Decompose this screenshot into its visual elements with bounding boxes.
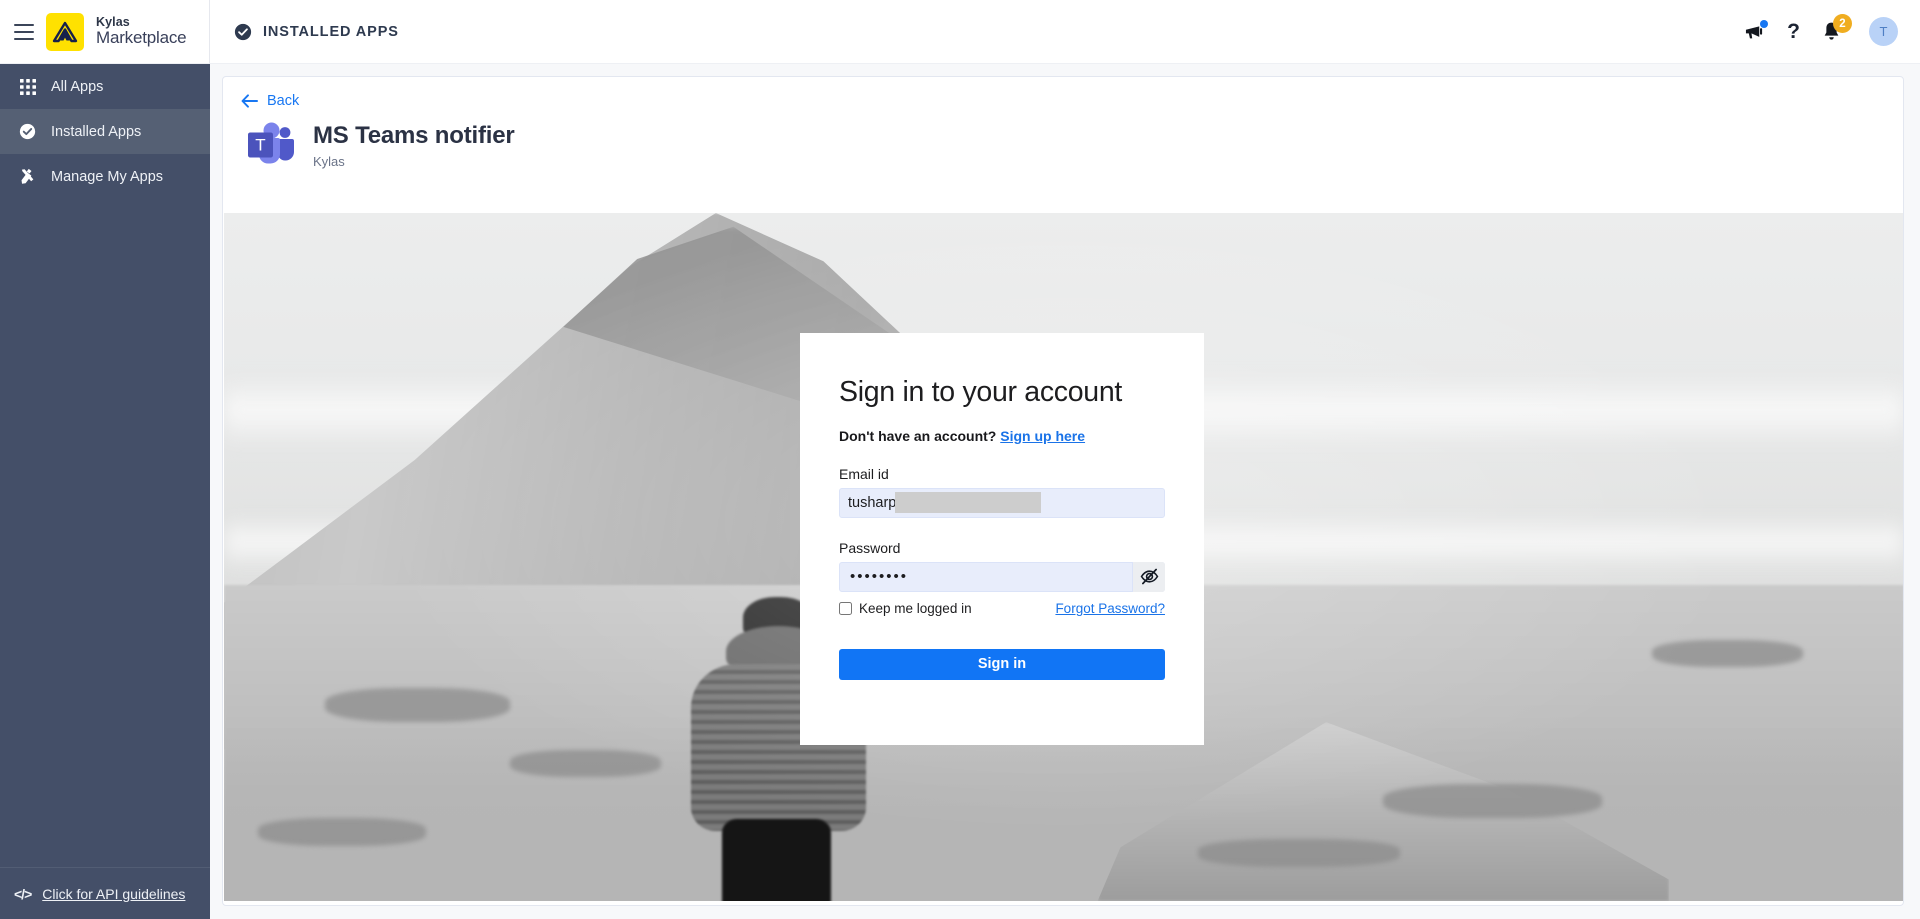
check-circle-icon <box>18 122 37 141</box>
sidebar-item-label: Installed Apps <box>51 123 142 140</box>
hamburger-menu-icon[interactable] <box>14 23 34 40</box>
grid-apps-icon <box>18 77 37 96</box>
svg-text:T: T <box>255 136 265 155</box>
forgot-password-link[interactable]: Forgot Password? <box>1055 601 1165 616</box>
notifications-button[interactable]: 2 <box>1822 14 1852 42</box>
main-content: Back T MS Teams notifier Kylas Sign in t… <box>210 64 1920 919</box>
avatar[interactable]: T <box>1869 17 1898 46</box>
notifications-badge: 2 <box>1833 14 1852 33</box>
embedded-signin-page: Sign in to your account Don't have an ac… <box>224 213 1903 901</box>
brand-text: Kylas Marketplace <box>96 15 187 48</box>
kylas-logo-glyph <box>52 21 78 42</box>
help-button[interactable]: ? <box>1787 21 1800 42</box>
arrow-left-icon <box>241 94 258 108</box>
app-vendor: Kylas <box>313 154 345 169</box>
sidebar-item-installed-apps[interactable]: Installed Apps <box>0 109 210 154</box>
keep-logged-in-option[interactable]: Keep me logged in <box>839 601 972 616</box>
signup-prompt: Don't have an account? Sign up here <box>839 428 1165 444</box>
sidebar-item-manage-my-apps[interactable]: Manage My Apps <box>0 154 210 199</box>
back-label: Back <box>267 93 300 109</box>
check-circle-icon <box>234 23 252 40</box>
keep-logged-in-label: Keep me logged in <box>859 600 972 616</box>
sidebar-item-label: All Apps <box>51 78 104 95</box>
ms-teams-logo: T <box>245 119 295 172</box>
keep-logged-in-checkbox[interactable] <box>839 601 852 615</box>
back-button[interactable]: Back <box>223 77 299 109</box>
brand-zone: Kylas Marketplace <box>0 0 210 64</box>
api-guidelines-label: Click for API guidelines <box>42 885 186 902</box>
email-field[interactable]: tusharp <box>839 487 1165 518</box>
email-label: Email id <box>839 465 889 482</box>
code-brackets-icon: </> <box>14 885 32 902</box>
sidebar-item-all-apps[interactable]: All Apps <box>0 64 210 109</box>
brand-line-2: Marketplace <box>96 28 187 48</box>
signup-link[interactable]: Sign up here <box>1000 428 1085 444</box>
eye-off-icon[interactable] <box>1132 561 1165 592</box>
tools-icon <box>18 167 37 186</box>
top-bar-actions: ? 2 T <box>1744 14 1920 46</box>
signin-title: Sign in to your account <box>839 376 1123 408</box>
signin-card: Sign in to your account Don't have an ac… <box>800 333 1204 745</box>
announcement-dot-indicator <box>1760 20 1769 28</box>
signup-prompt-text: Don't have an account? <box>839 427 997 444</box>
password-value: •••••••• <box>850 568 909 586</box>
page-title: MS Teams notifier <box>313 122 515 149</box>
email-redaction-block <box>895 492 1042 514</box>
signin-submit-button[interactable]: Sign in <box>839 648 1165 680</box>
email-value: tusharp <box>848 494 897 511</box>
password-field[interactable]: •••••••• <box>839 561 1165 592</box>
app-header-text: MS Teams notifier Kylas <box>313 122 515 169</box>
top-bar: Kylas Marketplace INSTALLED APPS ? 2 T <box>0 0 1920 64</box>
sidebar: All Apps Installed Apps Manage My Apps <… <box>0 64 210 919</box>
signin-options-row: Keep me logged in Forgot Password? <box>839 601 1165 616</box>
kylas-mountain-logo[interactable] <box>46 12 84 51</box>
page-section-label: INSTALLED APPS <box>263 23 399 40</box>
api-guidelines-link[interactable]: </> Click for API guidelines <box>0 867 210 919</box>
app-header: T MS Teams notifier Kylas <box>223 109 1903 172</box>
password-label: Password <box>839 539 901 556</box>
page-section-indicator: INSTALLED APPS <box>210 23 399 41</box>
sidebar-item-label: Manage My Apps <box>51 168 164 185</box>
app-detail-card: Back T MS Teams notifier Kylas Sign in t… <box>222 76 1904 906</box>
announcement-button[interactable] <box>1744 20 1769 41</box>
